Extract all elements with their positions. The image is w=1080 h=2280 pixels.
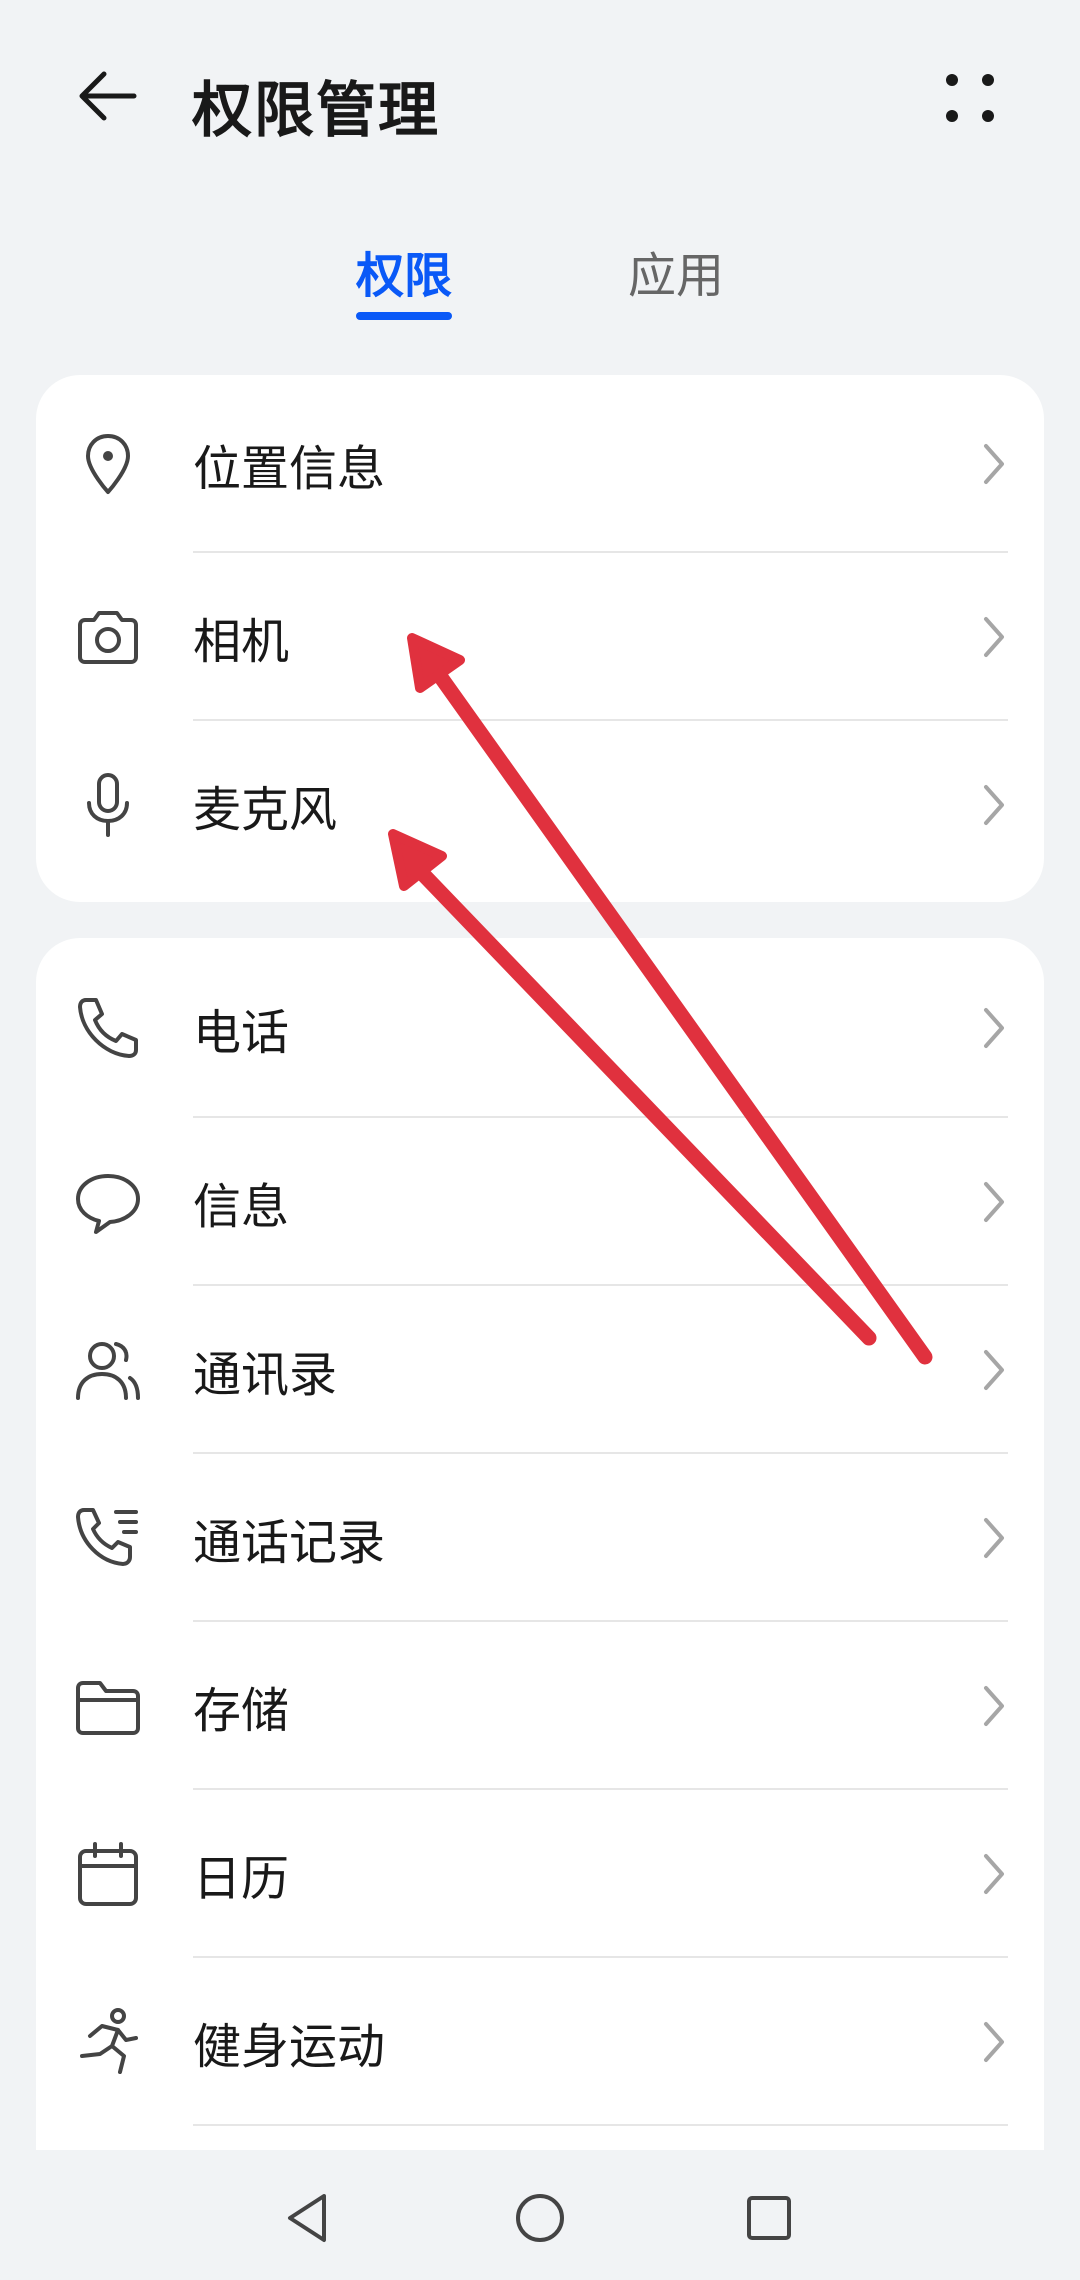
recents-square-icon — [747, 2196, 791, 2240]
permission-item-call-log[interactable]: 通话记录 — [36, 1454, 1044, 1622]
chevron-right-icon — [984, 444, 1004, 484]
permission-item-calendar[interactable]: 日历 — [36, 1790, 1044, 1958]
permission-group-data: 电话 信息 通讯录 通话记录 存储 日历 健身运动 — [36, 938, 1044, 2150]
chevron-right-icon — [984, 1854, 1004, 1894]
microphone-icon — [87, 773, 129, 837]
running-person-icon — [80, 2008, 138, 2074]
phone-icon — [78, 998, 138, 1058]
permission-label: 通讯录 — [193, 1347, 338, 1403]
permission-item-storage[interactable]: 存储 — [36, 1622, 1044, 1790]
tab-apps[interactable]: 应用 — [628, 236, 724, 326]
permission-item-location[interactable]: 位置信息 — [36, 375, 1044, 553]
permission-label: 日历 — [193, 1851, 290, 1907]
permission-item-camera[interactable]: 相机 — [36, 553, 1044, 721]
permission-item-messages[interactable]: 信息 — [36, 1118, 1044, 1286]
contacts-icon — [76, 1342, 140, 1400]
call-log-icon — [76, 1508, 138, 1566]
permission-label: 信息 — [193, 1179, 290, 1235]
chevron-right-icon — [984, 1686, 1004, 1726]
folder-icon — [76, 1681, 140, 1735]
permission-item-phone[interactable]: 电话 — [36, 938, 1044, 1118]
nav-home-button[interactable] — [500, 2178, 580, 2258]
location-pin-icon — [86, 434, 130, 494]
message-bubble-icon — [76, 1174, 140, 1234]
permission-label: 通话记录 — [193, 1515, 386, 1571]
permission-item-contacts[interactable]: 通讯录 — [36, 1286, 1044, 1454]
chevron-right-icon — [984, 1350, 1004, 1390]
more-dots-icon — [946, 74, 994, 122]
nav-back-button[interactable] — [268, 2178, 348, 2258]
more-options-button[interactable] — [930, 58, 1010, 138]
calendar-icon — [78, 1842, 138, 1906]
system-navigation-bar — [0, 2150, 1080, 2280]
arrow-left-icon — [79, 71, 137, 121]
chevron-right-icon — [984, 2022, 1004, 2062]
permission-label: 电话 — [193, 1005, 290, 1061]
permission-item-fitness[interactable]: 健身运动 — [36, 1958, 1044, 2126]
chevron-right-icon — [984, 617, 1004, 657]
page-title: 权限管理 — [192, 76, 440, 146]
permission-label: 位置信息 — [193, 441, 386, 497]
header: 权限管理 — [0, 0, 1080, 200]
back-triangle-icon — [288, 2194, 326, 2242]
permission-group-media: 位置信息 相机 麦克风 — [36, 375, 1044, 902]
permission-label: 相机 — [193, 614, 290, 670]
back-button[interactable] — [64, 52, 152, 140]
tab-bar: 权限 应用 — [0, 236, 1080, 326]
chevron-right-icon — [984, 1008, 1004, 1048]
permission-item-microphone[interactable]: 麦克风 — [36, 721, 1044, 889]
tab-active-indicator — [356, 312, 452, 320]
permission-label: 麦克风 — [193, 782, 338, 838]
home-circle-icon — [516, 2194, 564, 2242]
nav-recents-button[interactable] — [729, 2178, 809, 2258]
permission-label: 存储 — [193, 1683, 290, 1739]
divider — [193, 2124, 1008, 2126]
chevron-right-icon — [984, 1518, 1004, 1558]
permission-label: 健身运动 — [193, 2019, 386, 2075]
camera-icon — [78, 611, 138, 664]
chevron-right-icon — [984, 785, 1004, 825]
chevron-right-icon — [984, 1182, 1004, 1222]
